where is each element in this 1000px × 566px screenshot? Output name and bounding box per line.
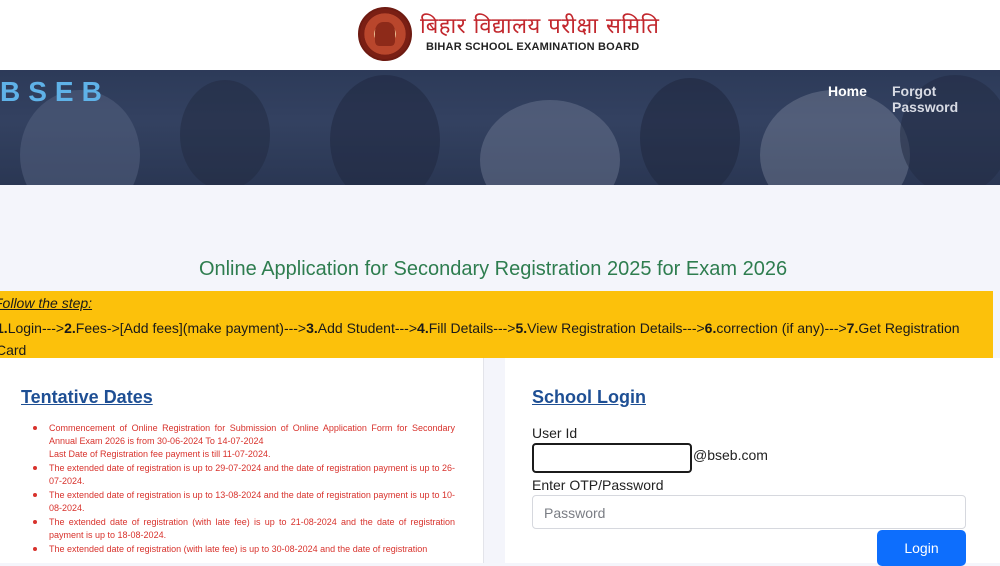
- user-id-input[interactable]: [532, 443, 692, 473]
- list-item: The extended date of registration (with …: [30, 543, 455, 556]
- tentative-dates-card: Tentative Dates Commencement of Online R…: [0, 358, 484, 563]
- school-login-title: School Login: [532, 387, 646, 407]
- step-item: 5.View Registration Details--->: [515, 320, 705, 336]
- domain-suffix: @bseb.com: [693, 447, 768, 463]
- school-login-card: School Login User Id @bseb.com Enter OTP…: [505, 358, 1000, 566]
- nav-home-link[interactable]: Home: [828, 83, 867, 99]
- hero-banner: BSEB Home Forgot Password: [0, 70, 1000, 185]
- step-item: 4.Fill Details--->: [417, 320, 516, 336]
- logo-english-text: BIHAR SCHOOL EXAMINATION BOARD: [426, 41, 640, 53]
- list-item: The extended date of registration is up …: [30, 462, 455, 488]
- site-header: बिहार विद्यालय परीक्षा समिति BIHAR SCHOO…: [0, 0, 1000, 70]
- step-item: 6.correction (if any)--->: [704, 320, 847, 336]
- logo-hindi-text: बिहार विद्यालय परीक्षा समिति: [420, 14, 660, 39]
- page-title: Online Application for Secondary Registr…: [198, 258, 788, 280]
- password-label: Enter OTP/Password: [532, 477, 664, 493]
- tentative-dates-list: Commencement of Online Registration for …: [30, 422, 455, 557]
- bseb-seal-logo: [358, 7, 412, 61]
- step-item: 2.Fees->[Add fees](make payment)--->: [64, 320, 307, 336]
- list-item: The extended date of registration (with …: [30, 516, 455, 542]
- follow-steps-label: Follow the step:: [0, 295, 93, 311]
- steps-banner: Follow the step: 1.Login--->2.Fees->[Add…: [0, 291, 993, 358]
- password-field[interactable]: [532, 495, 966, 529]
- user-id-label: User Id: [532, 425, 578, 441]
- login-button[interactable]: Login: [877, 530, 966, 566]
- step-item: 1.Login--->: [0, 320, 65, 336]
- password-input[interactable]: [544, 505, 954, 521]
- step-item: 3.Add Student--->: [306, 320, 418, 336]
- brand-link[interactable]: BSEB: [0, 76, 110, 108]
- list-item: Commencement of Online Registration for …: [30, 422, 455, 461]
- list-item: The extended date of registration is up …: [30, 489, 455, 515]
- nav-forgot-password-link[interactable]: Forgot Password: [892, 83, 1000, 115]
- steps-line: 1.Login--->2.Fees->[Add fees](make payme…: [0, 317, 986, 358]
- tentative-dates-title: Tentative Dates: [21, 387, 153, 407]
